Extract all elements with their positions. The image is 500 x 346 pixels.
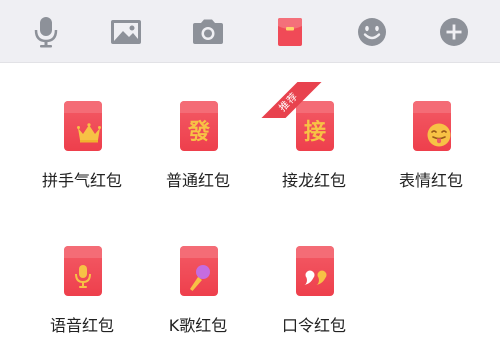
emoji-button[interactable] [352, 12, 392, 52]
envelope-flap [180, 101, 218, 113]
packet-item-voice[interactable]: 语音红包 [27, 246, 137, 346]
more-button[interactable] [434, 12, 474, 52]
jie-character-icon: 接 [303, 119, 326, 145]
packet-label: 表情红包 [398, 171, 463, 190]
camera-button[interactable] [188, 12, 228, 52]
red-envelope [64, 101, 102, 151]
packet-item-relay[interactable]: 接 推荐 接龙红包 [255, 82, 369, 201]
packet-item-emoji[interactable]: 表情红包 [376, 101, 486, 201]
tongue-emoji-icon [427, 123, 451, 147]
envelope-flap [296, 101, 334, 113]
crown-icon [77, 123, 101, 143]
red-envelope [413, 101, 451, 151]
red-packet-icon [278, 18, 302, 46]
packet-item-karaoke[interactable]: K歌红包 [143, 246, 253, 346]
packet-label: 普通红包 [165, 171, 230, 190]
microphone-icon [75, 265, 91, 288]
karaoke-mic-icon [190, 265, 210, 291]
envelope-flap [180, 246, 218, 258]
red-envelope [296, 246, 334, 296]
red-envelope: 發 [180, 101, 218, 151]
voice-button[interactable] [26, 12, 66, 52]
fa-character-icon: 發 [187, 119, 210, 145]
red-envelope: 接 [296, 101, 334, 151]
packet-label: 口令红包 [281, 316, 346, 335]
camera-icon [193, 19, 223, 44]
packet-label: 语音红包 [49, 316, 114, 335]
emoji-icon [358, 18, 386, 46]
image-button[interactable] [106, 12, 146, 52]
red-envelope [180, 246, 218, 296]
image-icon [111, 20, 141, 44]
packet-item-password[interactable]: 口令红包 [259, 246, 369, 346]
plus-icon [440, 18, 468, 46]
envelope-flap [64, 246, 102, 258]
red-envelope [64, 246, 102, 296]
packet-item-luck[interactable]: 拼手气红包 [27, 101, 137, 201]
packet-label: 拼手气红包 [41, 171, 122, 190]
envelope-flap [296, 246, 334, 258]
microphone-icon [34, 17, 58, 48]
envelope-flap [413, 101, 451, 113]
envelope-flap [64, 101, 102, 113]
packet-label: 接龙红包 [281, 171, 346, 190]
quote-marks-icon [304, 270, 327, 285]
red-packet-button[interactable] [270, 12, 310, 52]
packet-item-normal[interactable]: 發 普通红包 [143, 101, 253, 201]
input-toolbar [0, 0, 500, 63]
packet-label: K歌红包 [168, 316, 228, 335]
